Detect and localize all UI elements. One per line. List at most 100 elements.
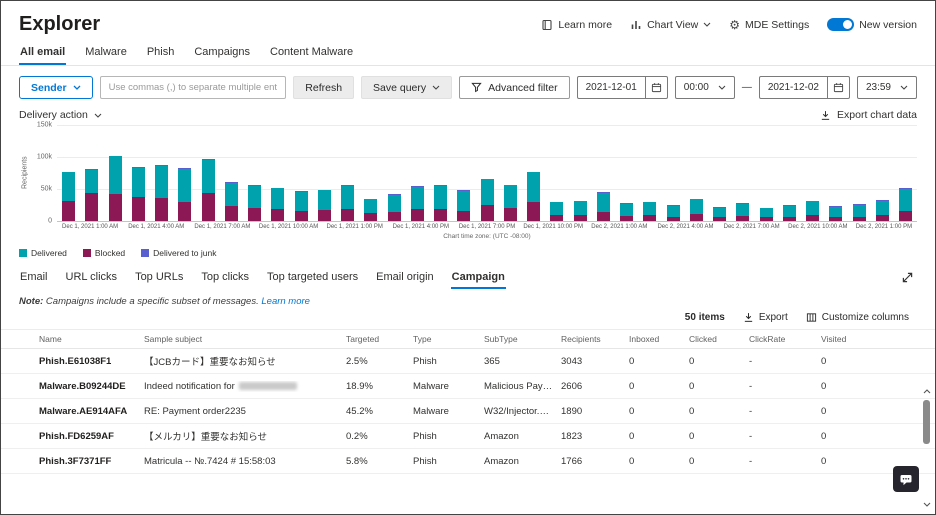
chart-bar[interactable] <box>388 194 401 221</box>
tab-phish[interactable]: Phish <box>146 40 176 65</box>
chart-bar[interactable] <box>504 185 517 221</box>
column-header-sample-subject[interactable]: Sample subject <box>144 334 346 344</box>
chart-bar[interactable] <box>457 190 470 221</box>
chart-bar[interactable] <box>271 188 284 221</box>
calendar-icon[interactable] <box>827 77 849 98</box>
chart-bar[interactable] <box>85 169 98 221</box>
scroll-down-icon[interactable] <box>920 498 933 511</box>
chart-bar[interactable] <box>178 168 191 221</box>
chart-bar[interactable] <box>550 202 563 221</box>
vertical-scrollbar[interactable] <box>920 385 933 511</box>
chart-bar[interactable] <box>736 203 749 221</box>
toggle-switch[interactable] <box>827 18 854 31</box>
chart-bar[interactable] <box>829 206 842 221</box>
view-tab-url-clicks[interactable]: URL clicks <box>65 265 119 289</box>
chart-bar[interactable] <box>364 199 377 221</box>
chart-bar[interactable] <box>527 172 540 221</box>
chart-bar[interactable] <box>760 208 773 221</box>
chart-bar[interactable] <box>713 207 726 221</box>
chart-bar[interactable] <box>202 159 215 221</box>
chart-bar[interactable] <box>806 201 819 221</box>
cell-type: Phish <box>413 456 484 467</box>
chart-bar[interactable] <box>643 202 656 221</box>
save-query-dropdown[interactable]: Save query <box>361 76 452 99</box>
cell-type: Malware <box>413 381 484 392</box>
export-button[interactable]: Export <box>743 312 788 323</box>
y-tick: 100k <box>37 153 52 160</box>
column-header-targeted[interactable]: Targeted <box>346 334 413 344</box>
scroll-up-icon[interactable] <box>920 385 933 398</box>
column-header-visited[interactable]: Visited <box>821 334 881 344</box>
chart-bar[interactable] <box>667 205 680 221</box>
chart-bar[interactable] <box>295 191 308 221</box>
chart-view-dropdown[interactable]: Chart View <box>630 19 711 31</box>
calendar-icon[interactable] <box>645 77 667 98</box>
column-header-type[interactable]: Type <box>413 334 484 344</box>
column-header-clickrate[interactable]: ClickRate <box>749 334 821 344</box>
tab-malware[interactable]: Malware <box>84 40 128 65</box>
advanced-filter-button[interactable]: Advanced filter <box>459 76 569 99</box>
bar-segment-blocked <box>643 215 656 221</box>
table-row[interactable]: Phish.FD6259AF【メルカリ】重要なお知らせ0.2%PhishAmaz… <box>1 424 935 449</box>
start-date-picker[interactable]: 2021-12-01 <box>577 76 668 99</box>
note-learn-more-link[interactable]: Learn more <box>261 296 310 307</box>
column-header-name[interactable]: Name <box>39 334 144 344</box>
view-tab-email[interactable]: Email <box>19 265 49 289</box>
end-date-picker[interactable]: 2021-12-02 <box>759 76 850 99</box>
column-header-clicked[interactable]: Clicked <box>689 334 749 344</box>
chart-bar[interactable] <box>574 201 587 221</box>
bar-segment-blocked <box>155 198 168 221</box>
bar-segment-delivered <box>225 183 238 206</box>
start-time-select[interactable]: 00:00 <box>675 76 735 99</box>
chart-bar[interactable] <box>225 182 238 221</box>
delivery-action-dropdown[interactable]: Delivery action <box>19 109 102 121</box>
chart-bar[interactable] <box>597 192 610 221</box>
column-header-subtype[interactable]: SubType <box>484 334 561 344</box>
chart-bar[interactable] <box>341 185 354 221</box>
sender-filter-button[interactable]: Sender <box>19 76 93 99</box>
new-version-toggle[interactable]: New version <box>827 18 917 31</box>
view-tab-campaign[interactable]: Campaign <box>451 265 506 289</box>
chart-bar[interactable] <box>690 199 703 221</box>
export-chart-button[interactable]: Export chart data <box>820 109 917 121</box>
filter-input[interactable] <box>100 76 287 99</box>
tab-content-malware[interactable]: Content Malware <box>269 40 354 65</box>
end-time-select[interactable]: 23:59 <box>857 76 917 99</box>
chart-bar[interactable] <box>132 167 145 221</box>
view-tab-top-urls[interactable]: Top URLs <box>134 265 184 289</box>
view-tab-email-origin[interactable]: Email origin <box>375 265 434 289</box>
chart-bar[interactable] <box>155 165 168 221</box>
table-row[interactable]: Malware.AE914AFARE: Payment order223545.… <box>1 399 935 424</box>
tab-campaigns[interactable]: Campaigns <box>193 40 251 65</box>
chart-bar[interactable] <box>620 203 633 221</box>
column-header-recipients[interactable]: Recipients <box>561 334 629 344</box>
chart-bar[interactable] <box>853 204 866 221</box>
expand-view-button[interactable] <box>897 267 917 287</box>
view-tab-top-clicks[interactable]: Top clicks <box>200 265 250 289</box>
chart-bar[interactable] <box>876 200 889 221</box>
chart-bar[interactable] <box>434 185 447 221</box>
chart-bar[interactable] <box>783 205 796 221</box>
x-tick-label: Dec 1, 2021 4:00 PM <box>388 224 454 230</box>
chart-bar[interactable] <box>248 185 261 221</box>
column-header-inboxed[interactable]: Inboxed <box>629 334 689 344</box>
table-row[interactable]: Malware.B09244DEIndeed notification for1… <box>1 374 935 399</box>
chart-bar[interactable] <box>109 156 122 221</box>
refresh-button[interactable]: Refresh <box>293 76 354 99</box>
scrollbar-thumb[interactable] <box>923 400 930 444</box>
chart-bar[interactable] <box>318 190 331 221</box>
view-tab-top-targeted-users[interactable]: Top targeted users <box>266 265 359 289</box>
mde-settings-button[interactable]: ⚙ MDE Settings <box>729 19 809 31</box>
table-row[interactable]: Phish.E61038F1【JCBカード】重要なお知らせ2.5%Phish36… <box>1 349 935 374</box>
table-row[interactable]: Phish.3F7371FFMatricula -- №.7424 # 15:5… <box>1 449 935 474</box>
customize-columns-button[interactable]: Customize columns <box>806 312 909 323</box>
chart-bar[interactable] <box>899 188 912 221</box>
learn-more-button[interactable]: Learn more <box>541 19 612 31</box>
chart-bar[interactable] <box>62 172 75 221</box>
cell-clickrate: - <box>749 406 821 417</box>
chart-bar[interactable] <box>481 179 494 221</box>
feedback-button[interactable] <box>893 466 919 492</box>
tab-all-email[interactable]: All email <box>19 40 66 65</box>
header-actions: Learn more Chart View ⚙ MDE Settings New… <box>541 18 917 31</box>
chart-bar[interactable] <box>411 186 424 221</box>
